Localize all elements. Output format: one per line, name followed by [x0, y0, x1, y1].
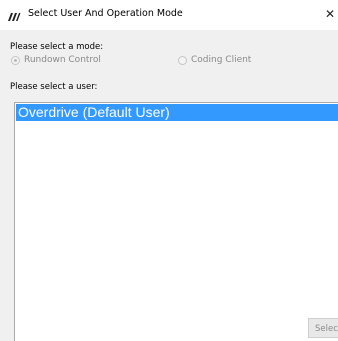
radio-label: Coding Client: [191, 55, 252, 65]
dialog-window: Select User And Operation Mode ✕ Please …: [0, 0, 338, 341]
mode-option-coding-client[interactable]: Coding Client: [178, 55, 251, 65]
title-bar[interactable]: Select User And Operation Mode ✕: [0, 0, 338, 30]
list-item-overdrive-default-user[interactable]: Overdrive (Default User): [16, 104, 338, 121]
radio-button[interactable]: [178, 55, 187, 65]
window-title: Select User And Operation Mode: [28, 8, 183, 19]
select-button[interactable]: Select: [308, 318, 338, 338]
close-icon[interactable]: ✕: [325, 5, 338, 23]
user-label: Please select a user:: [10, 82, 98, 92]
mode-option-rundown-control[interactable]: Rundown Control: [11, 55, 101, 65]
user-list[interactable]: Overdrive (Default User): [14, 102, 338, 341]
radio-button-checked[interactable]: [11, 55, 20, 65]
dialog-body: Please select a mode: Rundown Control Co…: [0, 30, 338, 341]
radio-label: Rundown Control: [24, 55, 101, 65]
mode-label: Please select a mode:: [10, 42, 104, 52]
app-logo-icon: [7, 8, 21, 21]
